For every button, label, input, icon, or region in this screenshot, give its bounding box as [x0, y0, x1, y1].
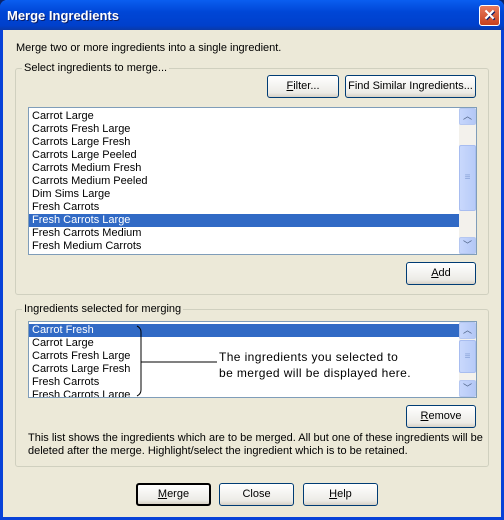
select-group-legend: Select ingredients to merge... [22, 62, 170, 74]
list-item[interactable]: Dim Sims Large [29, 188, 476, 201]
find-similar-button[interactable]: Find Similar Ingredients... [345, 75, 476, 98]
scroll-down-icon[interactable]: ﹀ [459, 237, 476, 254]
merge-group-legend: Ingredients selected for merging [22, 303, 184, 315]
close-icon[interactable]: ✕ [479, 5, 500, 26]
merge-list[interactable]: Carrot Fresh Carrot Large Carrots Fresh La… [28, 321, 477, 398]
list-item[interactable]: Carrots Fresh Large [29, 123, 476, 136]
help-button[interactable]: Help [303, 483, 378, 506]
merge-ingredients-dialog: Merge Ingredients ✕ Merge two or more in… [0, 0, 504, 520]
title-bar: Merge Ingredients ✕ [0, 0, 504, 30]
filter-button[interactable]: Filter... [267, 75, 339, 98]
annotation-line: The ingredients you selected to [219, 350, 399, 364]
list-item[interactable]: Fresh Carrots Large [29, 389, 476, 397]
list-item[interactable]: Fresh Carrots Medium [29, 227, 476, 240]
list-item[interactable]: Fresh Medium Carrots [29, 240, 476, 253]
help-line: deleted after the merge. Highlight/selec… [28, 445, 408, 457]
list-item[interactable]: Carrots Large Peeled [29, 149, 476, 162]
scroll-thumb[interactable]: ≡ [459, 340, 476, 373]
scroll-down-icon[interactable]: ﹀ [459, 380, 476, 397]
annotation-text: The ingredients you selected to be merge… [219, 349, 411, 381]
remove-button[interactable]: Remove [406, 405, 476, 428]
scrollbar[interactable]: ︿ ≡ ﹀ [459, 322, 476, 397]
ingredients-list[interactable]: Carrot Large Carrots Fresh Large Carrots L… [28, 107, 477, 255]
scrollbar[interactable]: ︿ ≡ ﹀ [459, 108, 476, 254]
scroll-up-icon[interactable]: ︿ [459, 322, 476, 339]
window-title: Merge Ingredients [7, 8, 119, 23]
merge-button[interactable]: Merge [136, 483, 211, 506]
list-item[interactable]: Carrot Fresh [29, 324, 476, 337]
description-text: Merge two or more ingredients into a sin… [16, 42, 282, 54]
scroll-thumb[interactable]: ≡ [459, 145, 476, 211]
list-item[interactable]: Fresh Carrots Large [29, 214, 476, 227]
list-item[interactable]: Fresh Carrots [29, 201, 476, 214]
add-button[interactable]: Add [406, 262, 476, 285]
list-item[interactable]: Carrots Large Fresh [29, 136, 476, 149]
list-item[interactable]: Carrot Large [29, 110, 476, 123]
annotation-line: be merged will be displayed here. [219, 366, 411, 380]
scroll-up-icon[interactable]: ︿ [459, 108, 476, 125]
help-line: This list shows the ingredients which ar… [28, 432, 483, 444]
close-button[interactable]: Close [219, 483, 294, 506]
help-text: This list shows the ingredients which ar… [28, 432, 483, 458]
list-item[interactable]: Carrots Medium Fresh [29, 162, 476, 175]
list-item[interactable]: Carrots Medium Peeled [29, 175, 476, 188]
